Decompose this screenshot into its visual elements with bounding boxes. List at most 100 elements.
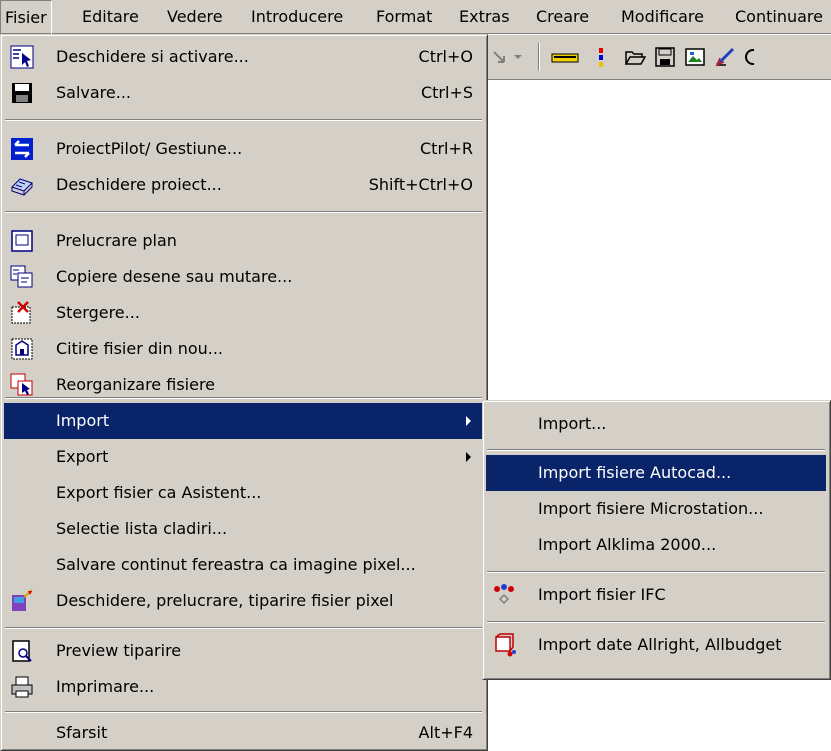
shortcut-label: Ctrl+O [418,47,473,66]
menu-modificare[interactable]: Modificare [617,0,708,34]
reload-file-icon [10,337,34,361]
menu-item-prelucrare-plan[interactable]: Prelucrare plan [4,223,483,259]
open-folder-icon[interactable] [624,46,647,68]
menu-fisier[interactable]: Fisier [0,0,52,34]
submenu-item-import-allright[interactable]: Import date Allright, Allbudget [486,627,826,663]
layer-colors-icon[interactable] [594,46,608,68]
menu-separator [5,627,482,629]
ruler-icon[interactable] [550,46,580,68]
menu-separator [5,211,482,213]
pixel-image-icon [10,589,34,613]
project-pilot-icon [10,137,34,161]
submenu-arrow-icon [466,416,471,426]
menu-item-reload[interactable]: Citire fisier din nou... [4,331,483,367]
menu-item-label: Import [56,411,110,430]
menu-item-save-window-pixel[interactable]: Salvare continut fereastra ca imagine pi… [4,547,483,583]
menu-item-save[interactable]: Salvare... Ctrl+S [4,75,483,111]
menu-item-import[interactable]: Import [4,403,483,439]
menu-item-label: Import... [538,414,607,433]
menu-item-label: Citire fisier din nou... [56,339,224,358]
menu-creare-label: Creare [536,7,590,26]
menu-item-label: Import fisier IFC [538,585,666,604]
ifc-icon [492,583,516,607]
submenu-item-import-autocad[interactable]: Import fisiere Autocad... [486,455,826,491]
submenu-item-import-ifc[interactable]: Import fisier IFC [486,577,826,613]
menu-separator [5,397,482,399]
menu-item-delete[interactable]: Stergere... [4,295,483,331]
draw-tool-icon[interactable] [714,46,736,68]
menu-item-pixel-file[interactable]: Deschidere, prelucrare, tiparire fisier … [4,583,483,619]
open-project-icon [10,173,34,197]
menu-item-label: Import fisiere Autocad... [538,463,732,482]
menu-item-proiect-pilot[interactable]: ProiectPilot/ Gestiune... Ctrl+R [4,131,483,167]
menu-item-label: ProiectPilot/ Gestiune... [56,139,243,158]
menu-item-open-activate[interactable]: Deschidere si activare... Ctrl+O [4,39,483,75]
menu-format[interactable]: Format [372,0,436,34]
menu-item-copy-drawings[interactable]: Copiere desene sau mutare... [4,259,483,295]
menu-item-label: Preview tiparire [56,641,182,660]
menu-introducere-label: Introducere [251,7,344,26]
menu-separator [5,119,482,121]
menu-item-open-project[interactable]: Deschidere proiect... Shift+Ctrl+O [4,167,483,203]
menu-item-print[interactable]: Imprimare... [4,669,483,705]
submenu-arrow-icon [466,452,471,462]
save-icon[interactable] [654,46,676,68]
menu-item-building-list[interactable]: Selectie lista cladiri... [4,511,483,547]
copy-drawings-icon [10,265,34,289]
menu-vedere[interactable]: Vedere [163,0,227,34]
menu-fisier-label: Fisier [5,8,47,27]
menu-item-label: Sfarsit [56,723,108,742]
toolbar-separator [538,43,540,71]
menu-item-label: Salvare... [56,83,132,102]
menu-editare-label: Editare [82,7,139,26]
menu-format-label: Format [376,7,433,26]
menu-creare[interactable]: Creare [532,0,593,34]
menu-separator [487,571,825,573]
import-submenu: Import... Import fisiere Autocad... Impo… [482,400,831,680]
shortcut-label: Ctrl+R [420,139,473,158]
dropdown-arrow-icon[interactable] [512,46,524,68]
menu-item-label: Selectie lista cladiri... [56,519,228,538]
file-menu: Deschidere si activare... Ctrl+O Salvare… [0,34,488,751]
menu-item-label: Deschidere si activare... [56,47,249,66]
menu-extras[interactable]: Extras [455,0,514,34]
allright-icon [492,633,516,657]
shortcut-label: Ctrl+S [420,83,473,102]
menu-item-label: Deschidere proiect... [56,175,222,194]
menu-item-label: Import date Allright, Allbudget [538,635,782,654]
menu-continuare-label: Continuare [735,7,823,26]
menu-continuare[interactable]: Continuare [731,0,827,34]
menu-item-exit[interactable]: Sfarsit Alt+F4 [4,715,483,751]
menu-separator [487,449,825,451]
picture-icon[interactable] [684,46,706,68]
print-preview-icon [10,639,34,663]
submenu-item-import[interactable]: Import... [486,406,826,442]
floppy-disk-icon [10,81,34,105]
menu-item-label: Prelucrare plan [56,231,177,250]
delete-files-icon [10,301,34,325]
settings-gear-icon[interactable] [742,46,761,68]
menu-item-label: Import fisiere Microstation... [538,499,764,518]
menu-item-label: Imprimare... [56,677,155,696]
submenu-item-import-microstation[interactable]: Import fisiere Microstation... [486,491,826,527]
menu-item-export[interactable]: Export [4,439,483,475]
redo-arrow-icon[interactable] [490,46,512,68]
menu-introducere[interactable]: Introducere [247,0,347,34]
shortcut-label: Shift+Ctrl+O [368,175,473,194]
menu-item-label: Import Alklima 2000... [538,535,717,554]
menu-item-label: Deschidere, prelucrare, tiparire fisier … [56,591,394,610]
open-activate-icon [10,45,34,69]
menu-bar: Fisier Editare Vedere Introducere Format… [0,0,831,34]
menu-editare[interactable]: Editare [78,0,143,34]
menu-item-label: Export [56,447,109,466]
menu-item-label: Salvare continut fereastra ca imagine pi… [56,555,416,574]
toolbar [480,35,831,80]
printer-icon [10,675,34,699]
menu-extras-label: Extras [459,7,510,26]
menu-item-print-preview[interactable]: Preview tiparire [4,633,483,669]
menu-item-label: Copiere desene sau mutare... [56,267,293,286]
menu-vedere-label: Vedere [167,7,223,26]
menu-item-export-assistant[interactable]: Export fisier ca Asistent... [4,475,483,511]
reorganize-files-icon [10,373,34,397]
submenu-item-import-alklima[interactable]: Import Alklima 2000... [486,527,826,563]
